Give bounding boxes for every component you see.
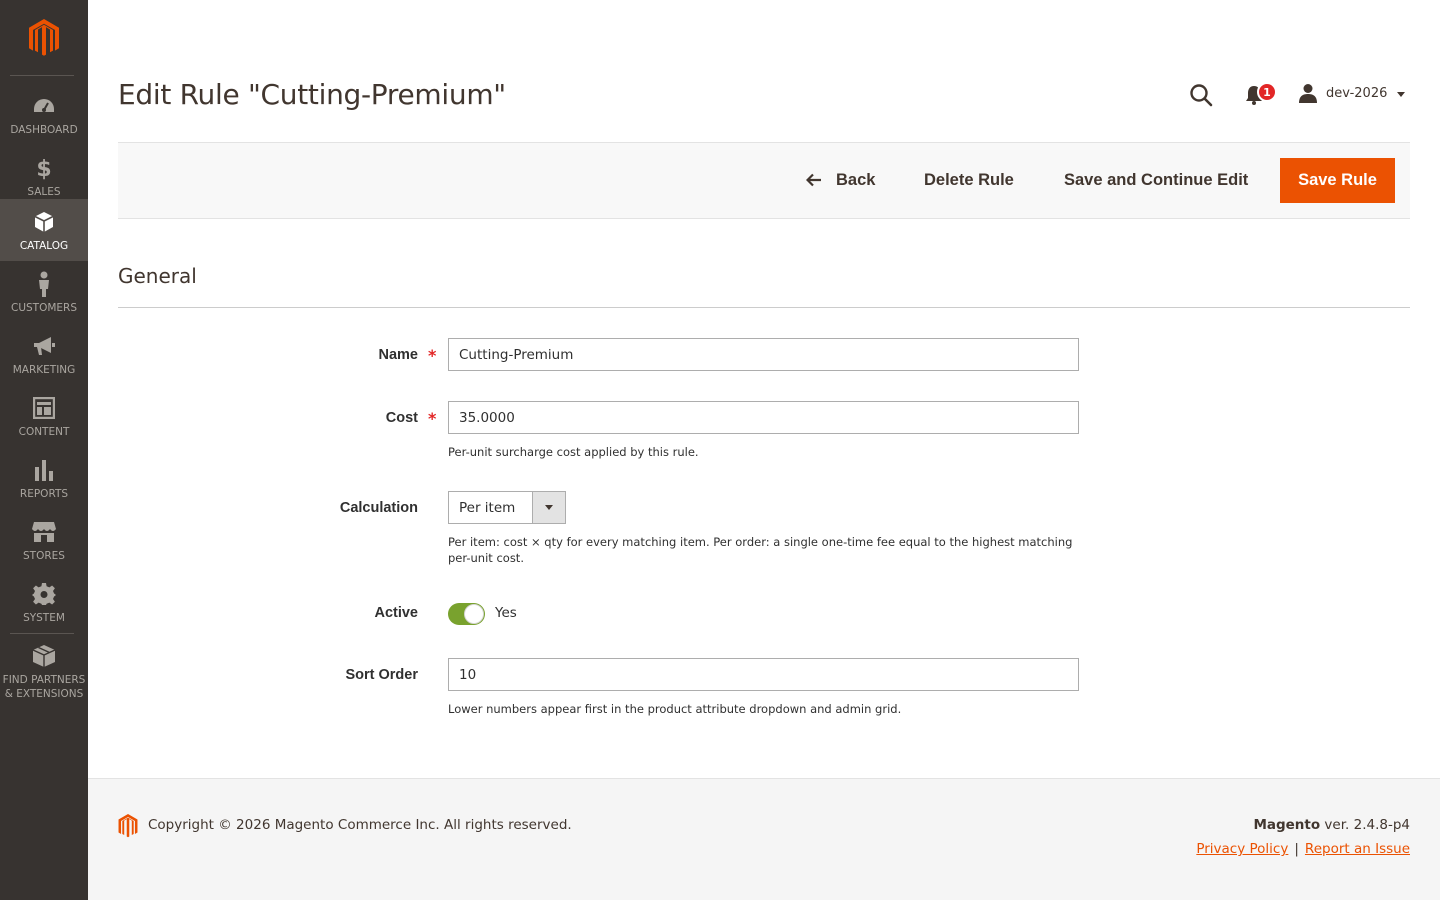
sidebar-item-label: CATALOG (19, 240, 69, 252)
layout-icon (32, 397, 56, 419)
dollar-icon: $ (32, 157, 56, 180)
name-input[interactable]: Cutting-Premium (448, 338, 1079, 371)
user-account-menu[interactable]: dev-2026 (1298, 82, 1406, 104)
active-label: Active (374, 605, 418, 621)
store-icon (32, 521, 56, 543)
toggle-knob (464, 604, 484, 624)
calculation-selected-value: Per item (459, 499, 516, 516)
sidebar-item-sales[interactable]: $ SALES (0, 145, 88, 207)
box-icon (32, 211, 56, 233)
sidebar-item-customers[interactable]: CUSTOMERS (0, 261, 88, 323)
sidebar-item-label: SYSTEM (23, 612, 65, 624)
user-icon (1299, 84, 1317, 103)
sidebar-item-label: MARKETING (12, 364, 76, 376)
privacy-policy-link[interactable]: Privacy Policy (1196, 841, 1288, 857)
sidebar-item-label: DASHBOARD (10, 124, 78, 136)
active-toggle-label: Yes (495, 605, 517, 621)
sidebar-item-marketing[interactable]: MARKETING (0, 323, 88, 385)
version-text: Magento ver. 2.4.8-p4 (1253, 817, 1410, 833)
bar-chart-icon (32, 459, 56, 481)
page-footer: Copyright © 2026 Magento Commerce Inc. A… (88, 778, 1440, 900)
username: dev-2026 (1326, 85, 1388, 101)
calculation-select[interactable]: Per item (448, 491, 566, 524)
dashboard-icon (32, 95, 56, 117)
delete-rule-button[interactable]: Delete Rule (924, 158, 1014, 202)
magento-logo-icon (29, 18, 59, 56)
megaphone-icon (32, 335, 56, 357)
calculation-label: Calculation (339, 500, 418, 516)
sidebar-item-stores[interactable]: STORES (0, 509, 88, 571)
arrow-left-icon (806, 173, 822, 187)
sidebar-item-label: CONTENT (18, 426, 70, 438)
person-icon (32, 271, 56, 297)
cost-note: Per-unit surcharge cost applied by this … (448, 445, 699, 459)
footer-links: Privacy Policy | Report an Issue (1196, 841, 1410, 857)
sidebar-item-system[interactable]: SYSTEM (0, 571, 88, 633)
sidebar-item-catalog[interactable]: CATALOG (0, 199, 88, 261)
save-rule-button[interactable]: Save Rule (1280, 158, 1395, 203)
cost-label: Cost (385, 410, 418, 426)
page-actions-bar: Back Delete Rule Save and Continue Edit … (118, 142, 1410, 219)
sidebar-item-find-partners[interactable]: FIND PARTNERS & EXTENSIONS (0, 633, 88, 708)
calculation-note: Per item: cost × qty for every matching … (448, 535, 1073, 565)
gear-icon (32, 583, 56, 605)
extensions-icon (32, 645, 56, 667)
section-title-general[interactable]: General (118, 264, 197, 288)
back-button[interactable]: Back (806, 158, 875, 202)
required-asterisk: * (428, 409, 437, 428)
sort-order-label: Sort Order (345, 667, 418, 683)
copyright-text: Copyright © 2026 Magento Commerce Inc. A… (148, 817, 572, 833)
sidebar-item-reports[interactable]: REPORTS (0, 447, 88, 509)
notification-count-badge[interactable]: 1 (1257, 82, 1277, 102)
sidebar-item-content[interactable]: CONTENT (0, 385, 88, 447)
active-toggle[interactable] (448, 603, 485, 625)
sidebar-item-label: REPORTS (19, 488, 69, 500)
report-issue-link[interactable]: Report an Issue (1305, 841, 1410, 857)
sidebar-item-label: FIND PARTNERS & EXTENSIONS (2, 674, 86, 700)
search-icon (1190, 84, 1213, 107)
search-button[interactable] (1188, 82, 1214, 108)
svg-text:$: $ (36, 157, 51, 180)
sort-order-note: Lower numbers appear first in the produc… (448, 702, 902, 716)
name-label: Name (378, 347, 419, 363)
sidebar-item-label: CUSTOMERS (10, 302, 77, 314)
sidebar-divider (10, 75, 74, 76)
chevron-down-icon (1397, 91, 1406, 97)
back-label: Back (836, 170, 876, 189)
section-divider (118, 307, 1410, 308)
sidebar-item-label: STORES (23, 550, 65, 562)
magento-footer-logo-icon (118, 814, 138, 838)
select-arrow (532, 492, 565, 523)
sort-order-input[interactable]: 10 (448, 658, 1079, 691)
save-and-continue-button[interactable]: Save and Continue Edit (1064, 158, 1248, 202)
page-title: Edit Rule "Cutting-Premium" (118, 78, 506, 111)
sidebar-item-dashboard[interactable]: DASHBOARD (0, 83, 88, 145)
link-separator: | (1294, 841, 1299, 857)
magento-logo[interactable] (0, 0, 88, 75)
cost-input[interactable]: 35.0000 (448, 401, 1079, 434)
required-asterisk: * (428, 346, 437, 365)
chevron-down-icon (545, 505, 553, 510)
sidebar-item-label: SALES (27, 186, 61, 198)
admin-sidebar: DASHBOARD $ SALES CATALOG CUSTOMERS MARK… (0, 0, 88, 900)
